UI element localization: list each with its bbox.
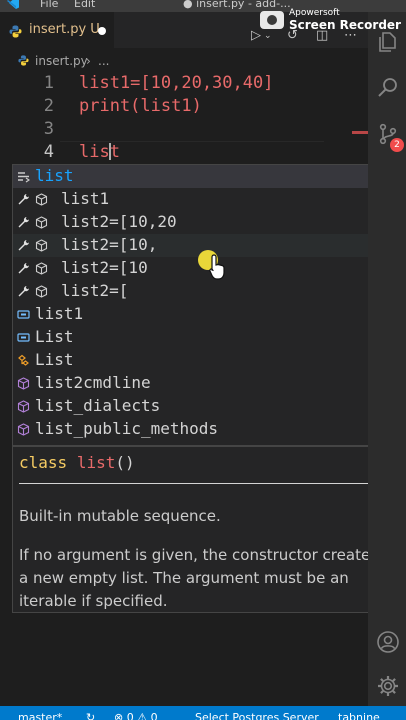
suggestion-label: list1 — [61, 189, 110, 208]
code-line: 2 print(list1) — [0, 95, 368, 118]
menu-edit[interactable]: Edit — [74, 0, 95, 10]
recorder-name: Screen Recorder — [289, 18, 401, 32]
cube-icon — [35, 216, 48, 229]
recorder-watermark: Apowersoft Screen Recorder — [260, 8, 406, 34]
suggestion-label: list2=[ — [61, 281, 129, 300]
code-text: list — [79, 142, 120, 162]
breadcrumb-more[interactable]: ... — [98, 54, 109, 68]
activity-bar: 2 — [368, 12, 406, 706]
suggestion-label: list1 — [35, 304, 84, 323]
breadcrumb-file[interactable]: insert.py — [35, 54, 88, 68]
cube-icon — [35, 239, 48, 252]
module-icon — [17, 377, 30, 390]
tab-label: insert.py U — [29, 22, 100, 37]
suggestion-label: List — [35, 327, 74, 346]
menu-file[interactable]: File — [40, 0, 58, 10]
code-text: print(list1) — [79, 96, 202, 116]
suggestion-label: list2=[10, — [61, 235, 158, 254]
suggestion-label: list2=[10,20 — [61, 212, 177, 231]
line-number: 3 — [43, 119, 54, 139]
source-control-button[interactable]: 2 — [368, 114, 406, 154]
suggestion-label: list2cmdline — [35, 373, 151, 392]
module-icon — [17, 400, 30, 413]
line-number: 4 — [43, 142, 54, 162]
code-editor[interactable]: 1 list1=[10,20,30,40] 2 print(list1) 3 4… — [0, 70, 368, 170]
camera-icon — [260, 11, 284, 29]
wrench-icon — [18, 286, 29, 297]
line-number: 1 — [43, 73, 54, 93]
suggestion-label: list_public_methods — [35, 419, 219, 438]
search-icon — [378, 78, 397, 97]
divider — [19, 483, 371, 484]
status-tabnine[interactable]: tabnine — [338, 711, 380, 720]
code-line: 3 — [0, 118, 368, 141]
wrench-icon — [18, 263, 29, 274]
cube-icon — [35, 285, 48, 298]
suggestion-item[interactable]: list_dialects — [13, 395, 397, 418]
wrench-icon — [18, 240, 29, 251]
suggestion-item[interactable]: list — [13, 165, 397, 188]
suggestion-label: list — [35, 166, 74, 185]
suggestion-label: list2=[10 — [61, 258, 148, 277]
code-line-current: 4 list — [0, 141, 368, 166]
suggestion-label: list_dialects — [35, 396, 161, 415]
overview-ruler-marker — [352, 131, 368, 134]
doc-detail: If no argument is given, the constructor… — [19, 546, 378, 610]
suggestion-item[interactable]: List — [13, 349, 397, 372]
status-branch[interactable]: master* — [18, 711, 62, 720]
status-postgres[interactable]: Select Postgres Server — [195, 711, 319, 720]
search-button[interactable] — [368, 68, 406, 108]
breadcrumb-separator: › — [86, 54, 91, 68]
scm-badge: 2 — [390, 138, 404, 152]
python-icon — [9, 25, 22, 38]
tab-insert-py[interactable]: insert.py U — [0, 12, 114, 48]
doc-summary: Built-in mutable sequence. — [19, 507, 221, 525]
status-bar: master* ↻ ⊗ 0 ⚠ 0 Select Postgres Server… — [0, 706, 406, 720]
manage-button[interactable] — [368, 666, 406, 706]
suggestion-item[interactable]: list2=[ — [13, 280, 397, 303]
gear-icon — [378, 676, 398, 696]
status-problems[interactable]: ⊗ 0 ⚠ 0 — [114, 711, 158, 720]
breadcrumb: insert.py › ... — [0, 50, 370, 72]
class-icon — [18, 354, 29, 366]
suggestion-item[interactable]: list1 — [13, 188, 397, 211]
wrench-icon — [18, 194, 29, 205]
variable-icon — [17, 310, 30, 319]
suggestion-item[interactable]: list_public_methods — [13, 418, 397, 441]
suggestion-list[interactable]: list list1 list2=[10,20 list2=[10, list2… — [12, 164, 398, 446]
signature: class list() — [19, 453, 135, 472]
unsaved-dot-icon[interactable] — [98, 27, 106, 35]
code-line: 1 list1=[10,20,30,40] — [0, 72, 368, 95]
variable-icon — [17, 333, 30, 342]
python-icon — [18, 55, 29, 66]
wrench-icon — [18, 217, 29, 228]
suggestion-item[interactable]: list2cmdline — [13, 372, 397, 395]
mouse-pointer-icon — [209, 254, 225, 280]
accounts-button[interactable] — [368, 622, 406, 662]
account-icon — [377, 631, 399, 653]
cube-icon — [35, 262, 48, 275]
cube-icon — [35, 193, 48, 206]
sync-icon[interactable]: ↻ — [86, 711, 95, 720]
suggestion-details: class list() ✕ Built-in mutable sequence… — [12, 446, 398, 613]
recorder-brand: Apowersoft — [289, 8, 340, 18]
suggestion-item[interactable]: list2=[10,20 — [13, 211, 397, 234]
suggestion-item[interactable]: List — [13, 326, 397, 349]
line-number: 2 — [43, 96, 54, 116]
suggestion-item[interactable]: list1 — [13, 303, 397, 326]
module-icon — [17, 423, 30, 436]
suggestion-label: List — [35, 350, 74, 369]
vscode-logo-icon — [7, 0, 19, 9]
keyword-icon — [18, 172, 30, 183]
code-text: list1=[10,20,30,40] — [79, 73, 274, 93]
